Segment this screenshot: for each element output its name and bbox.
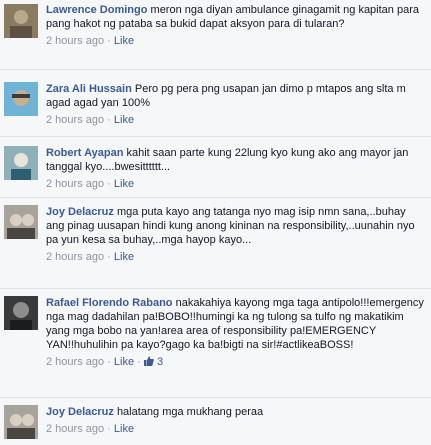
avatar[interactable] — [4, 4, 38, 38]
like-button[interactable]: Like — [114, 423, 134, 435]
separator: · — [107, 114, 111, 126]
avatar-image — [4, 296, 38, 330]
comment-time[interactable]: 2 hours ago — [46, 178, 104, 190]
avatar-image — [4, 82, 38, 116]
comment-time[interactable]: 2 hours ago — [46, 251, 104, 263]
avatar-image — [4, 405, 38, 439]
comment-time[interactable]: 2 hours ago — [46, 423, 104, 435]
comment-meta: 2 hours ago · Like — [46, 177, 425, 191]
comment-author[interactable]: Lawrence Domingo — [46, 4, 147, 16]
separator: · — [107, 423, 111, 435]
comment-author[interactable]: Joy Delacruz — [46, 406, 114, 418]
separator: · — [107, 251, 111, 263]
thumbs-up-icon — [143, 356, 154, 366]
comment-author[interactable]: Rafael Florendo Rabano — [46, 297, 173, 309]
comment-item: Zara Ali Hussain Pero pg pera png usapan… — [0, 71, 431, 137]
comment-author[interactable]: Zara Ali Hussain — [46, 83, 132, 95]
comment-meta: 2 hours ago · Like — [46, 422, 425, 436]
avatar[interactable] — [4, 82, 38, 116]
comment-text-block: Lawrence Domingo meron nga diyan ambulan… — [46, 3, 425, 31]
separator: · — [107, 178, 111, 190]
like-button[interactable]: Like — [114, 35, 134, 47]
comment-meta: 2 hours ago · Like — [46, 250, 425, 264]
comment-meta: 2 hours ago · Like · 3 — [46, 355, 425, 369]
comment-text-block: Robert Ayapan kahit saan parte kung 22lu… — [46, 146, 425, 174]
comment-item: Lawrence Domingo meron nga diyan ambulan… — [0, 0, 431, 70]
comment-meta: 2 hours ago · Like — [46, 113, 425, 127]
separator: · — [137, 356, 141, 368]
comment-time[interactable]: 2 hours ago — [46, 35, 104, 47]
comment-item: Rafael Florendo Rabano nakakahiya kayong… — [0, 290, 431, 398]
comment-text-block: Zara Ali Hussain Pero pg pera png usapan… — [46, 82, 425, 110]
comment-time[interactable]: 2 hours ago — [46, 356, 104, 368]
avatar[interactable] — [4, 405, 38, 439]
comment-text-block: Rafael Florendo Rabano nakakahiya kayong… — [46, 296, 425, 352]
comment-meta: 2 hours ago · Like — [46, 34, 425, 48]
avatar[interactable] — [4, 205, 38, 239]
like-count[interactable]: 3 — [143, 356, 164, 368]
comment-text: halatang mga mukhang peraa — [116, 406, 264, 418]
comment-text-block: Joy Delacruz halatang mga mukhang peraa — [46, 405, 425, 419]
comment-time[interactable]: 2 hours ago — [46, 114, 104, 126]
comment-author[interactable]: Robert Ayapan — [46, 147, 123, 159]
separator: · — [107, 35, 111, 47]
like-button[interactable]: Like — [114, 178, 134, 190]
comment-text-block: Joy Delacruz mga puta kayo ang tatanga n… — [46, 205, 425, 247]
separator: · — [107, 356, 111, 368]
avatar-image — [4, 205, 38, 239]
comment-item: Robert Ayapan kahit saan parte kung 22lu… — [0, 138, 431, 198]
like-button[interactable]: Like — [114, 114, 134, 126]
like-button[interactable]: Like — [114, 251, 134, 263]
comment-item: Joy Delacruz halatang mga mukhang peraa … — [0, 399, 431, 445]
comment-item: Joy Delacruz mga puta kayo ang tatanga n… — [0, 199, 431, 289]
like-count-value: 3 — [156, 356, 164, 368]
comment-author[interactable]: Joy Delacruz — [46, 206, 114, 218]
comment-list: Lawrence Domingo meron nga diyan ambulan… — [0, 0, 431, 445]
avatar[interactable] — [4, 146, 38, 180]
avatar-image — [4, 146, 38, 180]
like-button[interactable]: Like — [114, 356, 134, 368]
avatar[interactable] — [4, 296, 38, 330]
avatar-image — [4, 4, 38, 38]
